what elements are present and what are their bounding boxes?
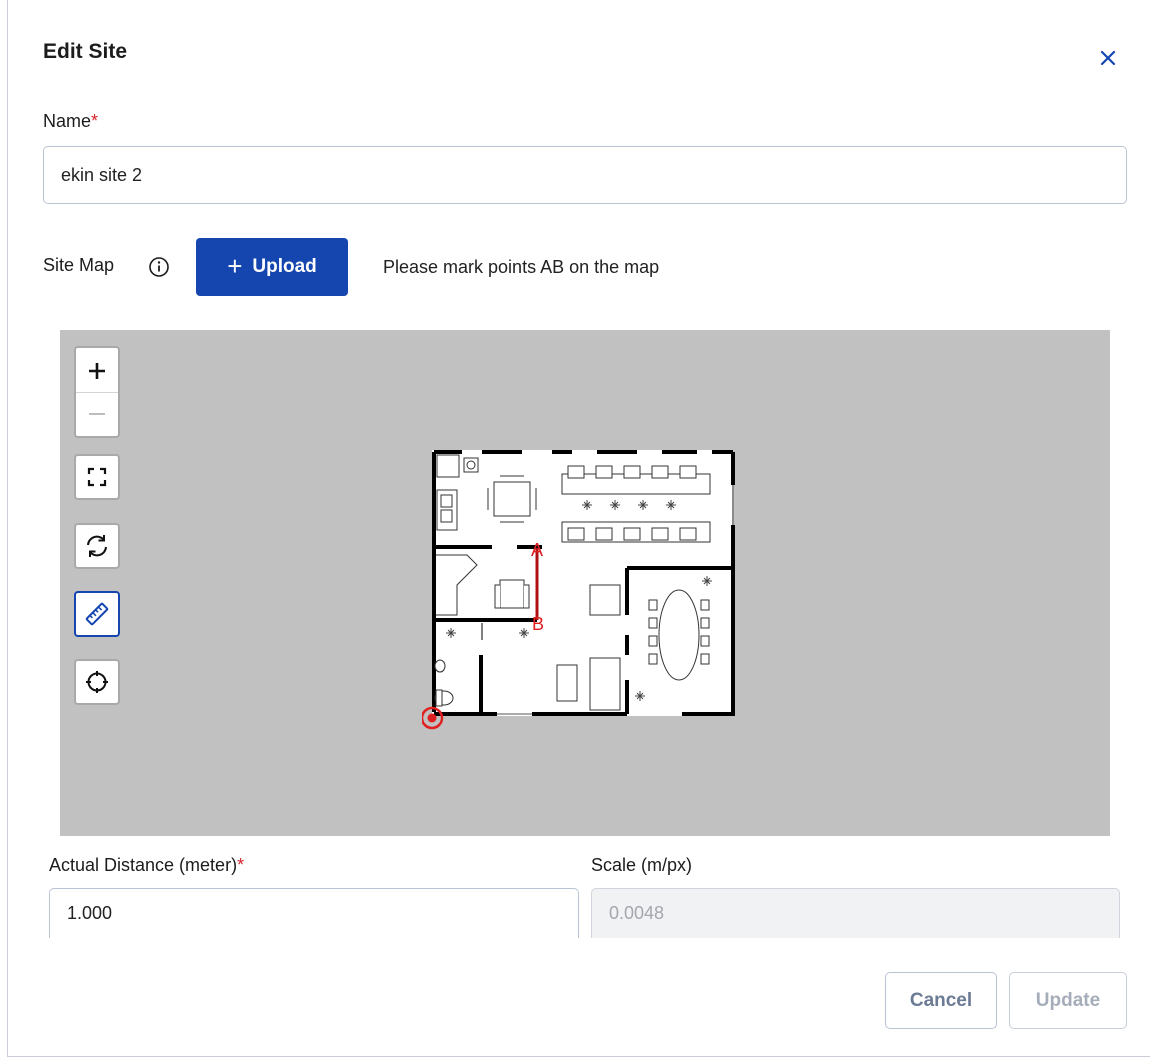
info-icon[interactable] — [148, 256, 170, 278]
edit-site-dialog: Edit Site Name* ekin site 2 Site Map + U… — [7, 0, 1150, 1057]
fit-screen-button[interactable] — [74, 454, 120, 500]
required-mark: * — [91, 111, 99, 131]
locate-button[interactable] — [74, 659, 120, 705]
plus-icon — [89, 362, 105, 379]
distance-input-value: 1.000 — [67, 903, 113, 923]
upload-button[interactable]: + Upload — [196, 238, 348, 296]
update-button[interactable]: Update — [1009, 972, 1127, 1029]
fullscreen-icon — [87, 467, 107, 487]
ruler-icon — [85, 602, 109, 626]
site-map-viewer[interactable]: A B — [60, 330, 1110, 836]
zoom-control — [74, 346, 120, 438]
scale-input-value: 0.0048 — [609, 903, 665, 923]
minus-icon — [89, 412, 105, 415]
rotate-button[interactable] — [74, 523, 120, 569]
upload-button-label: Upload — [252, 256, 317, 277]
plus-icon: + — [227, 250, 243, 281]
zoom-out-button[interactable] — [76, 391, 118, 435]
crosshair-icon — [86, 671, 108, 693]
refresh-icon — [87, 535, 107, 557]
floor-plan-image: A B — [422, 450, 735, 730]
close-icon[interactable] — [1096, 46, 1120, 70]
site-map-label: Site Map — [43, 255, 115, 275]
distance-input[interactable]: 1.000 — [49, 888, 579, 938]
measure-button[interactable] — [74, 591, 120, 637]
dialog-title: Edit Site — [43, 40, 128, 63]
cancel-button[interactable]: Cancel — [885, 972, 997, 1029]
required-mark: * — [237, 855, 245, 875]
map-hint: Please mark points AB on the map — [383, 257, 660, 277]
name-label: Name* — [43, 111, 99, 131]
scale-input: 0.0048 — [591, 888, 1120, 938]
distance-label: Actual Distance (meter)* — [49, 855, 245, 875]
name-input[interactable]: ekin site 2 — [43, 146, 1127, 204]
name-input-value: ekin site 2 — [61, 164, 143, 185]
marker-a[interactable]: A — [531, 540, 543, 560]
marker-b[interactable]: B — [532, 614, 544, 634]
scale-label: Scale (m/px) — [591, 855, 693, 875]
zoom-in-button[interactable] — [76, 350, 118, 392]
